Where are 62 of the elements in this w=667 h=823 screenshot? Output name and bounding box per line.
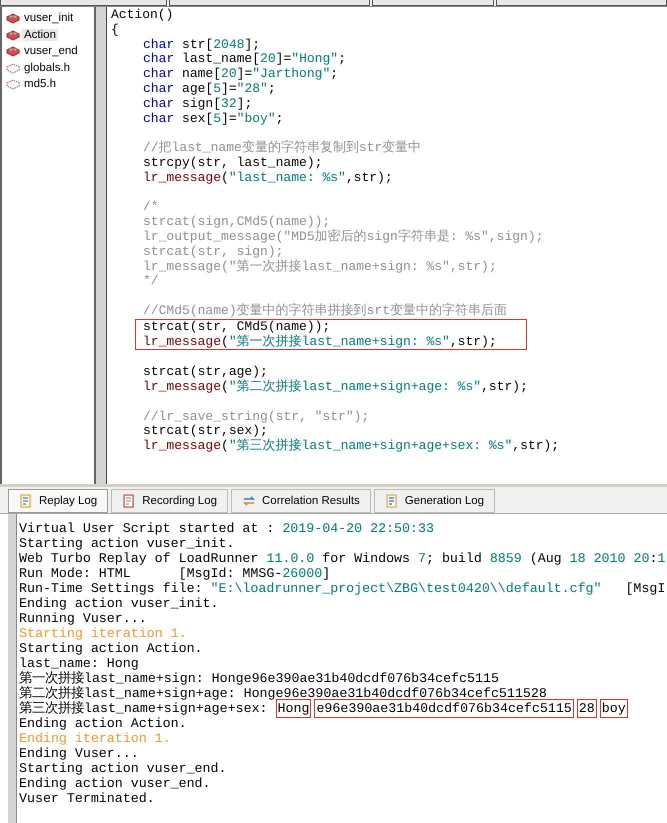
- code-line: strcat(sign,CMd5(name));: [142, 215, 330, 230]
- code-line: lr_message("last_name: %s",str);: [142, 170, 394, 186]
- swap-arrows-icon: [242, 494, 256, 508]
- file-item[interactable]: md5.h: [6, 76, 94, 92]
- log-line: Starting action vuser_end.: [19, 761, 228, 776]
- log-line: Ending action vuser_end.: [19, 776, 212, 791]
- brick-icon: [6, 45, 20, 58]
- log-line: Web Turbo Replay of LoadRunner 11.0.0 for Windows 7; build 8859 (Aug 18 2010 20:1: [19, 551, 666, 566]
- code-line: char age[5]="28";: [142, 82, 277, 97]
- log-line: Vuser Terminated.: [19, 791, 156, 806]
- brick-icon: [6, 12, 20, 24]
- log-line: 第一次拼接last_name+sign: Honge96e390ae31b40dcdf076b34cefc5115: [19, 671, 500, 686]
- code-line: lr_output_message("MD5加密后的sign字符串是: %s",sign);: [142, 230, 544, 245]
- log-line: Starting action vuser_init.: [19, 536, 236, 551]
- log-line: Running Vuser...: [19, 611, 148, 626]
- code-line: strcat(str, sign);: [142, 244, 284, 260]
- code-line: /*: [142, 200, 160, 216]
- log-tab[interactable]: Generation Log: [374, 489, 496, 513]
- code-line: strcat(str, CMd5(name));: [142, 320, 332, 334]
- log-line: Ending action vuser_init.: [19, 596, 220, 611]
- log-line: Ending iteration 1.: [19, 731, 172, 746]
- file-item[interactable]: Action: [6, 26, 94, 43]
- log-tab[interactable]: Replay Log: [8, 489, 108, 513]
- code-line: //把last_name变量的字符串复制到str变量中: [142, 141, 422, 156]
- code-line: //lr_save_string(str, "str");: [142, 410, 370, 424]
- log-line: Starting action Action.: [19, 641, 204, 656]
- log-line: 第三次拼接last_name+sign+age+sex: Hong e96e390ae31b40dcdf076b34cefc5115 28 boy: [19, 701, 629, 716]
- file-item[interactable]: globals.h: [6, 60, 94, 76]
- log-line: 第二次拼接last_name+sign+age: Honge96e390ae31b40dcdf076b34cefc511528: [19, 686, 548, 701]
- code-line: lr_message("第一次拼接last_name+sign: %s",str);: [142, 260, 498, 274]
- code-line: strcat(str,age);: [142, 365, 269, 380]
- code-line: //CMd5(name)变量中的字符串拼接到srt变量中的字符串后面: [142, 304, 508, 319]
- code-line: lr_message("第一次拼接last_name+sign: %s",str);: [142, 334, 498, 350]
- log-line: Ending Vuser...: [19, 746, 140, 761]
- code-line: lr_message("第二次拼接last_name+sign+age: %s",str);: [142, 380, 529, 395]
- code-line: char sign[32];: [142, 96, 254, 112]
- code-line: */: [142, 274, 160, 290]
- code-line: Action(): [111, 8, 174, 23]
- brick-icon: [6, 28, 20, 41]
- code-line: char str[2048];: [142, 38, 262, 52]
- document-icon: [384, 494, 399, 508]
- code-line: strcpy(str, last_name);: [142, 156, 324, 171]
- code-line: char sex[5]="boy";: [142, 112, 284, 126]
- code-line: char name[20]="Jarthong";: [142, 67, 340, 82]
- code-line: lr_message("第三次拼接last_name+sign+age+sex: %s",str);: [142, 439, 560, 454]
- code-line: strcat(str,sex);: [142, 424, 269, 438]
- log-tab[interactable]: Recording Log: [111, 489, 228, 513]
- brick-outline-icon: [6, 78, 20, 90]
- file-item[interactable]: vuser_init: [6, 10, 94, 26]
- log-line: Run-Time Settings file: "E:\loadrunner_project\ZBG\test0420\\default.cfg" [MsgI: [19, 581, 666, 596]
- log-line: last_name: Hong: [19, 656, 140, 671]
- code-line: char last_name[20]="Hong";: [142, 52, 347, 68]
- brick-outline-icon: [6, 62, 20, 74]
- code-line: {: [111, 22, 120, 38]
- file-item[interactable]: vuser_end: [6, 43, 94, 60]
- log-line: Virtual User Script started at : 2019-04-20 22:50:33: [19, 521, 435, 536]
- log-line: Ending action Action.: [19, 716, 188, 731]
- log-line: Starting iteration 1.: [19, 626, 188, 641]
- log-tab[interactable]: Correlation Results: [231, 489, 371, 513]
- document-icon: [122, 494, 136, 508]
- document-icon: [19, 494, 33, 508]
- log-line: Run Mode: HTML [MsgId: MMSG-26000]: [19, 566, 332, 581]
